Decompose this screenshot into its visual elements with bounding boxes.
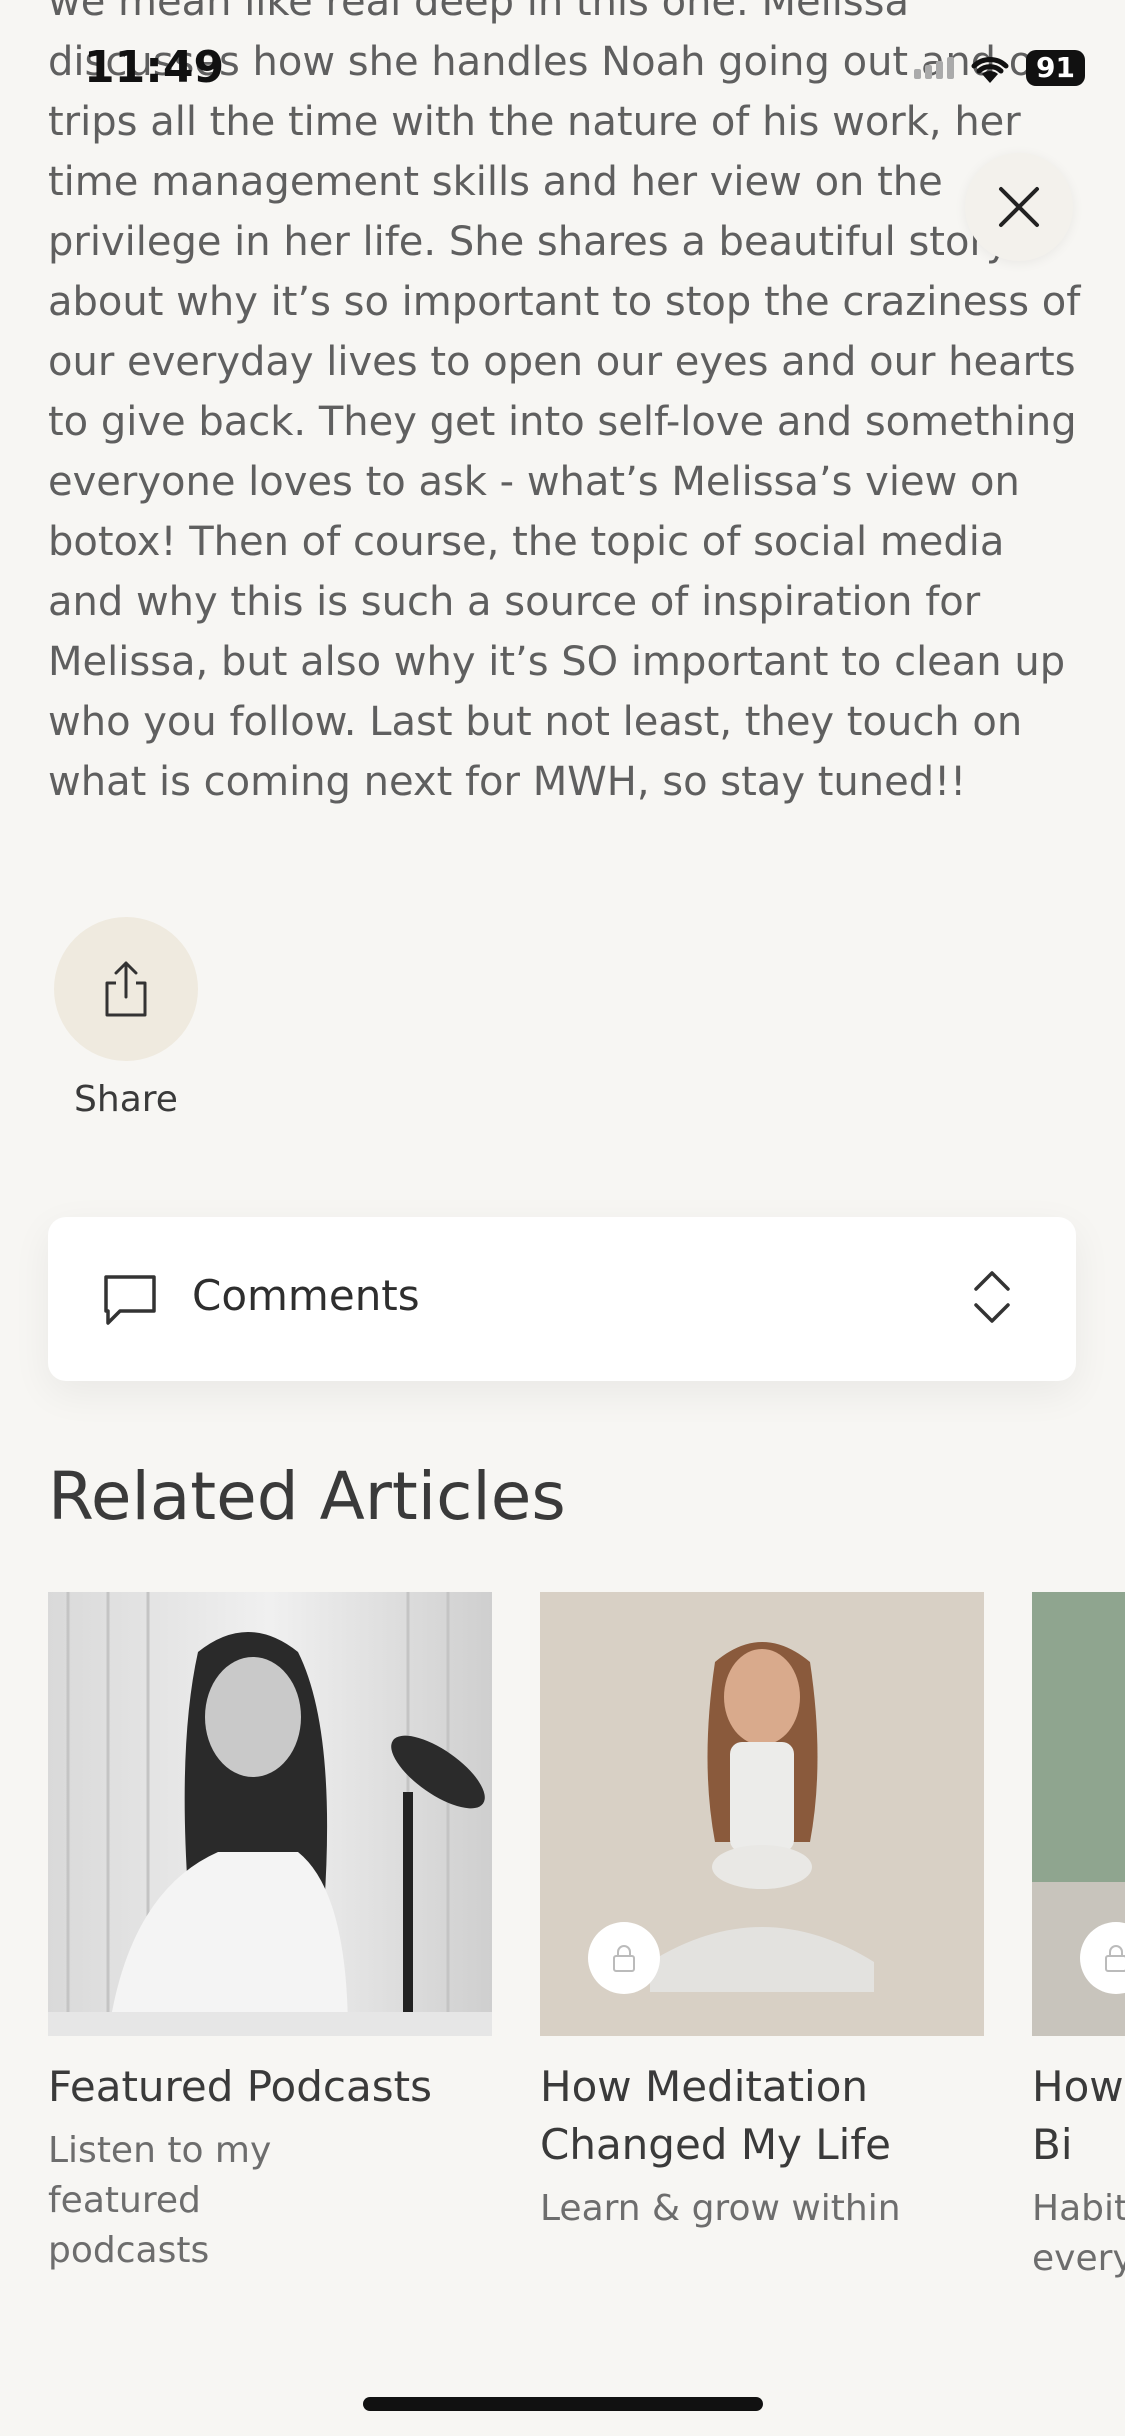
card-title: How Meditation Changed My Life: [540, 2062, 891, 2169]
share-action[interactable]: Share: [54, 917, 198, 1120]
status-icons: 91: [914, 50, 1085, 86]
share-label: Share: [74, 1079, 178, 1120]
related-articles-heading: Related Articles: [48, 1458, 566, 1535]
wifi-icon: [971, 57, 1009, 83]
battery-indicator: 91: [1026, 50, 1085, 86]
card-subtitle: Listen to my featured podcasts: [48, 2130, 272, 2271]
card-subtitle: Habit every: [1032, 2188, 1125, 2279]
home-indicator[interactable]: [363, 2397, 763, 2411]
related-card-habit[interactable]: How To Bi Habit every: [1032, 1592, 1125, 2284]
share-icon: [105, 961, 147, 1017]
card-subtitle: Learn & grow within: [540, 2188, 901, 2229]
share-button[interactable]: [54, 917, 198, 1061]
signal-icon: [914, 57, 955, 79]
comments-toggle[interactable]: Comments: [48, 1217, 1076, 1381]
status-bar: 11:49 91: [0, 0, 1125, 140]
lock-badge: [588, 1922, 660, 1994]
card-image: [48, 1592, 492, 2036]
status-time: 11:49: [84, 42, 225, 93]
lock-icon: [613, 1945, 635, 1972]
comment-icon: [104, 1275, 156, 1325]
related-card-featured-podcasts[interactable]: Featured Podcasts Listen to my featured …: [48, 1592, 492, 2276]
close-icon: [999, 187, 1039, 227]
card-title: How To Bi: [1032, 2062, 1125, 2169]
card-title: Featured Podcasts: [48, 2062, 432, 2111]
related-card-meditation[interactable]: How Meditation Changed My Life Learn & g…: [540, 1592, 984, 2234]
close-button[interactable]: [965, 153, 1073, 261]
card-image: [1032, 1592, 1125, 2036]
card-image: [540, 1592, 984, 2036]
chevron-updown-icon: [974, 1271, 1010, 1323]
lock-icon: [1105, 1945, 1125, 1972]
comments-label: Comments: [192, 1271, 420, 1320]
